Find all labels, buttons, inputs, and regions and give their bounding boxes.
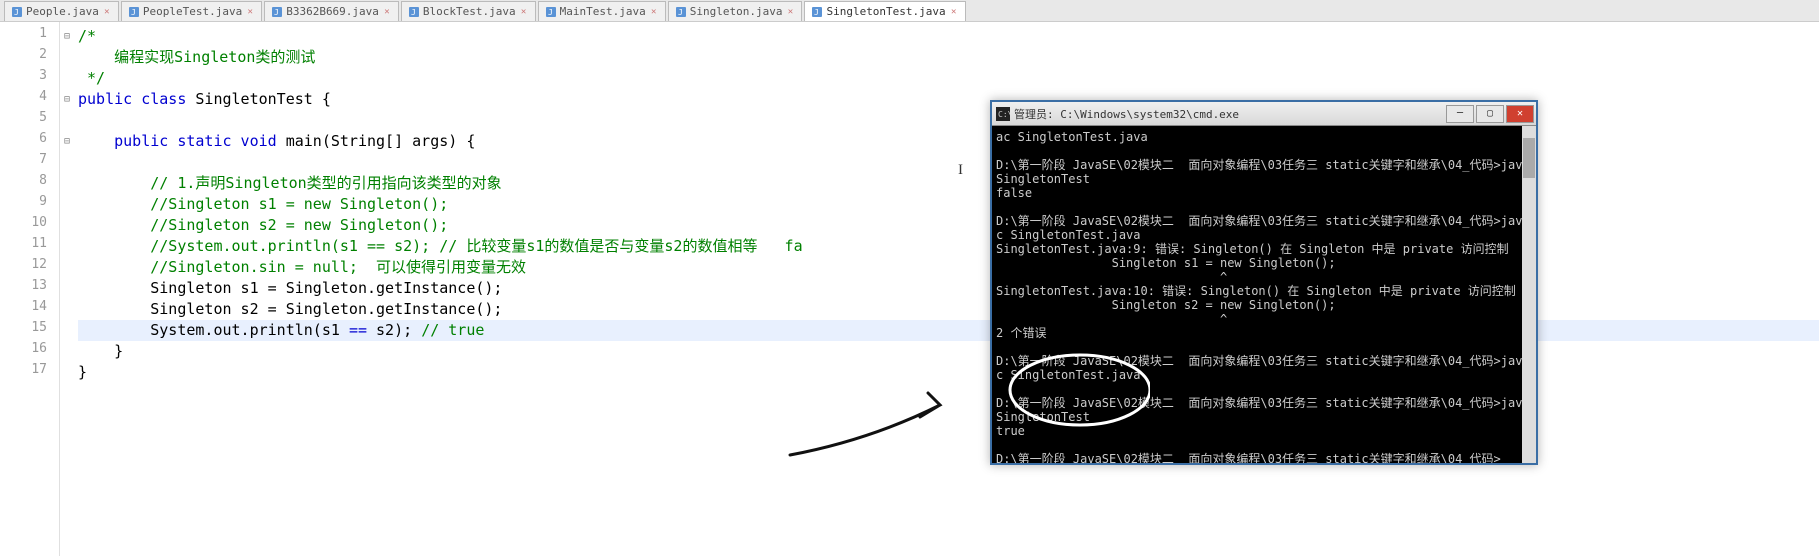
code-line: // 1.声明Singleton类型的引用指向该类型的对象 (78, 173, 1819, 194)
line-number: 8 (0, 173, 59, 194)
svg-text:C:\: C:\ (998, 110, 1010, 119)
line-number: 13 (0, 278, 59, 299)
line-number: 6 (0, 131, 59, 152)
fold-gutter: ⊟ ⊟ ⊟ (60, 22, 74, 556)
close-icon[interactable]: ✕ (519, 7, 529, 17)
code-line: //Singleton.sin = null; 可以使得引用变量无效 (78, 257, 1819, 278)
svg-text:J: J (411, 8, 416, 17)
code-line: System.out.println(s1 == s2); // true (78, 320, 1819, 341)
line-number: 7 (0, 152, 59, 173)
line-number: 3 (0, 68, 59, 89)
fold-toggle-icon[interactable]: ⊟ (60, 26, 74, 47)
tab-label: Singleton.java (690, 5, 783, 18)
java-file-icon: J (545, 6, 557, 18)
tab-label: B3362B669.java (286, 5, 379, 18)
java-file-icon: J (408, 6, 420, 18)
close-icon[interactable]: ✕ (245, 7, 255, 17)
editor-body: 1 2 3 4 5 6 7 8 9 10 11 12 13 14 15 16 1… (0, 22, 1819, 556)
maximize-button[interactable]: ▢ (1476, 105, 1504, 123)
line-number: 4 (0, 89, 59, 110)
tab-label: People.java (26, 5, 99, 18)
line-number: 14 (0, 299, 59, 320)
line-number: 17 (0, 362, 59, 383)
code-line: } (78, 341, 1819, 362)
text-cursor-icon: I (958, 162, 963, 179)
code-line: } (78, 362, 1819, 383)
fold-toggle-icon[interactable]: ⊟ (60, 131, 74, 152)
cmd-icon: C:\ (996, 107, 1010, 121)
tab-singleton[interactable]: J Singleton.java ✕ (668, 1, 803, 21)
line-number: 5 (0, 110, 59, 131)
tab-singletontest[interactable]: J SingletonTest.java ✕ (804, 1, 965, 21)
tab-maintest[interactable]: J MainTest.java ✕ (538, 1, 666, 21)
code-line: Singleton s2 = Singleton.getInstance(); (78, 299, 1819, 320)
close-icon[interactable]: ✕ (949, 7, 959, 17)
code-line: public static void main(String[] args) { (78, 131, 1819, 152)
code-line: Singleton s1 = Singleton.getInstance(); (78, 278, 1819, 299)
svg-text:J: J (814, 8, 819, 17)
close-icon[interactable]: ✕ (102, 7, 112, 17)
editor-tab-bar: J People.java ✕ J PeopleTest.java ✕ J B3… (0, 0, 1819, 22)
cmd-window[interactable]: C:\ 管理员: C:\Windows\system32\cmd.exe ─ ▢… (990, 100, 1538, 465)
svg-text:J: J (14, 8, 19, 17)
close-button[interactable]: ✕ (1506, 105, 1534, 123)
cmd-titlebar[interactable]: C:\ 管理员: C:\Windows\system32\cmd.exe ─ ▢… (992, 102, 1536, 126)
scrollbar-thumb[interactable] (1523, 138, 1535, 178)
line-number: 12 (0, 257, 59, 278)
svg-text:J: J (548, 8, 553, 17)
cmd-title: 管理员: C:\Windows\system32\cmd.exe (1014, 106, 1446, 122)
line-number: 11 (0, 236, 59, 257)
code-line: 编程实现Singleton类的测试 (78, 47, 1819, 68)
java-file-icon: J (11, 6, 23, 18)
tab-peopletest[interactable]: J PeopleTest.java ✕ (121, 1, 262, 21)
tab-people[interactable]: J People.java ✕ (4, 1, 119, 21)
code-line: //Singleton s1 = new Singleton(); (78, 194, 1819, 215)
tab-b3362[interactable]: J B3362B669.java ✕ (264, 1, 399, 21)
tab-blocktest[interactable]: J BlockTest.java ✕ (401, 1, 536, 21)
code-editor[interactable]: /* 编程实现Singleton类的测试 */ public class Sin… (74, 22, 1819, 556)
svg-text:J: J (678, 8, 683, 17)
code-line (78, 152, 1819, 173)
cmd-output[interactable]: ac SingletonTest.java D:\第一阶段 JavaSE\02模… (992, 126, 1536, 463)
tab-label: PeopleTest.java (143, 5, 242, 18)
code-line: //Singleton s2 = new Singleton(); (78, 215, 1819, 236)
line-number: 2 (0, 47, 59, 68)
tab-label: BlockTest.java (423, 5, 516, 18)
close-icon[interactable]: ✕ (785, 7, 795, 17)
java-file-icon: J (128, 6, 140, 18)
scrollbar[interactable] (1522, 126, 1536, 463)
code-line: public class SingletonTest { (78, 89, 1819, 110)
java-file-icon: J (811, 6, 823, 18)
window-buttons: ─ ▢ ✕ (1446, 105, 1536, 123)
close-icon[interactable]: ✕ (649, 7, 659, 17)
tab-label: SingletonTest.java (826, 5, 945, 18)
minimize-button[interactable]: ─ (1446, 105, 1474, 123)
line-number: 1 (0, 26, 59, 47)
tab-label: MainTest.java (560, 5, 646, 18)
code-line: //System.out.println(s1 == s2); // 比较变量s… (78, 236, 1819, 257)
code-line: /* (78, 26, 1819, 47)
java-file-icon: J (675, 6, 687, 18)
code-line: */ (78, 68, 1819, 89)
line-number: 9 (0, 194, 59, 215)
java-file-icon: J (271, 6, 283, 18)
line-number: 10 (0, 215, 59, 236)
line-number: 16 (0, 341, 59, 362)
fold-toggle-icon[interactable]: ⊟ (60, 89, 74, 110)
line-number-gutter: 1 2 3 4 5 6 7 8 9 10 11 12 13 14 15 16 1… (0, 22, 60, 556)
close-icon[interactable]: ✕ (382, 7, 392, 17)
svg-text:J: J (274, 8, 279, 17)
line-number: 15 (0, 320, 59, 341)
code-line (78, 110, 1819, 131)
svg-text:J: J (131, 8, 136, 17)
